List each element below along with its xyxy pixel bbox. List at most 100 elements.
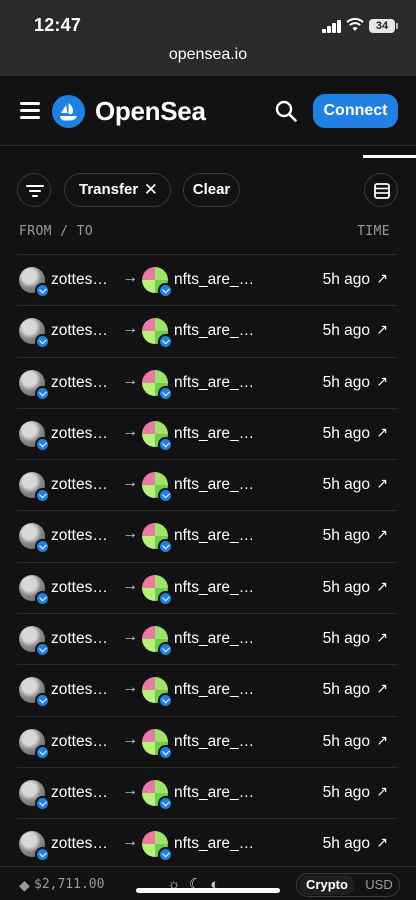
external-link-icon[interactable]: ↗ (376, 578, 388, 595)
verified-badge-icon (158, 642, 173, 658)
table-row[interactable]: zottes… → nfts_are_… 5h ago ↗ (17, 356, 398, 408)
verified-badge-icon (35, 385, 50, 401)
verified-badge-icon (158, 385, 173, 401)
row-time[interactable]: 5h ago (323, 630, 370, 648)
table-row[interactable]: zottes… → nfts_are_… 5h ago ↗ (17, 818, 398, 869)
row-time[interactable]: 5h ago (323, 425, 370, 443)
from-account[interactable]: zottes… (51, 527, 108, 545)
filter-button[interactable] (17, 173, 51, 207)
row-time[interactable]: 5h ago (323, 374, 370, 392)
to-account[interactable]: nfts_are_… (174, 322, 254, 340)
verified-badge-icon (35, 488, 50, 504)
table-row[interactable]: zottes… → nfts_are_… 5h ago ↗ (17, 510, 398, 561)
connect-button[interactable]: Connect (313, 94, 398, 128)
from-account[interactable]: zottes… (51, 322, 108, 340)
list-view-icon (374, 183, 390, 199)
to-account[interactable]: nfts_are_… (174, 681, 254, 699)
site-header: OpenSea Connect (0, 76, 416, 146)
row-time[interactable]: 5h ago (323, 322, 370, 340)
to-account[interactable]: nfts_are_… (174, 630, 254, 648)
eth-price: $2,711.00 (34, 877, 105, 892)
search-icon[interactable] (275, 100, 297, 122)
verified-badge-icon (158, 693, 173, 709)
row-time[interactable]: 5h ago (323, 527, 370, 545)
external-link-icon[interactable]: ↗ (376, 270, 388, 287)
verified-badge-icon (158, 488, 173, 504)
clear-filters-button[interactable]: Clear (183, 173, 240, 207)
table-row[interactable]: zottes… → nfts_are_… 5h ago ↗ (17, 561, 398, 613)
row-time[interactable]: 5h ago (323, 733, 370, 751)
to-account[interactable]: nfts_are_… (174, 476, 254, 494)
table-row[interactable]: zottes… → nfts_are_… 5h ago ↗ (17, 766, 398, 818)
column-header-time: TIME (357, 224, 390, 239)
currency-crypto-option[interactable]: Crypto (299, 875, 355, 895)
filter-icon (26, 185, 44, 197)
browser-url: opensea.io (168, 46, 248, 63)
from-account[interactable]: zottes… (51, 579, 108, 597)
table-row[interactable]: zottes… → nfts_are_… 5h ago ↗ (17, 664, 398, 715)
arrow-right-icon: → (122, 628, 138, 646)
verified-badge-icon (35, 334, 50, 350)
table-row[interactable]: zottes… → nfts_are_… 5h ago ↗ (17, 254, 398, 305)
to-account[interactable]: nfts_are_… (174, 733, 254, 751)
filter-chip-label: Transfer (79, 181, 139, 198)
from-account[interactable]: zottes… (51, 271, 108, 289)
external-link-icon[interactable]: ↗ (376, 475, 388, 492)
to-account[interactable]: nfts_are_… (174, 271, 254, 289)
row-time[interactable]: 5h ago (323, 681, 370, 699)
row-time[interactable]: 5h ago (323, 835, 370, 853)
table-row[interactable]: zottes… → nfts_are_… 5h ago ↗ (17, 407, 398, 459)
row-time[interactable]: 5h ago (323, 579, 370, 597)
table-row[interactable]: zottes… → nfts_are_… 5h ago ↗ (17, 459, 398, 510)
menu-icon[interactable] (20, 101, 40, 119)
currency-toggle[interactable]: Crypto USD (296, 873, 400, 897)
arrow-right-icon: → (122, 576, 138, 594)
browser-url-bar[interactable]: opensea.io (0, 42, 416, 76)
external-link-icon[interactable]: ↗ (376, 783, 388, 800)
verified-badge-icon (158, 744, 173, 760)
external-link-icon[interactable]: ↗ (376, 321, 388, 338)
external-link-icon[interactable]: ↗ (376, 373, 388, 390)
filter-chip-transfer[interactable]: Transfer ✕ (64, 173, 171, 207)
verified-badge-icon (158, 334, 173, 350)
to-account[interactable]: nfts_are_… (174, 784, 254, 802)
currency-usd-option[interactable]: USD (361, 875, 397, 895)
external-link-icon[interactable]: ↗ (376, 732, 388, 749)
arrow-right-icon: → (122, 269, 138, 286)
external-link-icon[interactable]: ↗ (376, 834, 388, 851)
from-account[interactable]: zottes… (51, 733, 108, 751)
from-account[interactable]: zottes… (51, 681, 108, 699)
verified-badge-icon (35, 847, 50, 863)
brand-name[interactable]: OpenSea (95, 96, 206, 127)
row-time[interactable]: 5h ago (323, 271, 370, 289)
external-link-icon[interactable]: ↗ (376, 526, 388, 543)
table-row[interactable]: zottes… → nfts_are_… 5h ago ↗ (17, 613, 398, 664)
arrow-right-icon: → (122, 371, 138, 389)
from-account[interactable]: zottes… (51, 374, 108, 392)
from-account[interactable]: zottes… (51, 630, 108, 648)
row-time[interactable]: 5h ago (323, 784, 370, 802)
from-account[interactable]: zottes… (51, 835, 108, 853)
external-link-icon[interactable]: ↗ (376, 424, 388, 441)
external-link-icon[interactable]: ↗ (376, 629, 388, 646)
table-row[interactable]: zottes… → nfts_are_… 5h ago ↗ (17, 305, 398, 356)
external-link-icon[interactable]: ↗ (376, 680, 388, 697)
from-account[interactable]: zottes… (51, 425, 108, 443)
list-view-button[interactable] (364, 173, 398, 207)
to-account[interactable]: nfts_are_… (174, 527, 254, 545)
table-row[interactable]: zottes… → nfts_are_… 5h ago ↗ (17, 715, 398, 767)
arrow-right-icon: → (122, 781, 138, 799)
from-account[interactable]: zottes… (51, 784, 108, 802)
close-icon[interactable]: ✕ (144, 174, 158, 206)
row-time[interactable]: 5h ago (323, 476, 370, 494)
column-header-from-to: FROM / TO (19, 224, 94, 239)
verified-badge-icon (158, 847, 173, 863)
home-indicator (136, 888, 280, 893)
to-account[interactable]: nfts_are_… (174, 835, 254, 853)
from-account[interactable]: zottes… (51, 476, 108, 494)
to-account[interactable]: nfts_are_… (174, 374, 254, 392)
opensea-logo-icon[interactable] (52, 95, 85, 128)
to-account[interactable]: nfts_are_… (174, 425, 254, 443)
verified-badge-icon (35, 693, 50, 709)
to-account[interactable]: nfts_are_… (174, 579, 254, 597)
